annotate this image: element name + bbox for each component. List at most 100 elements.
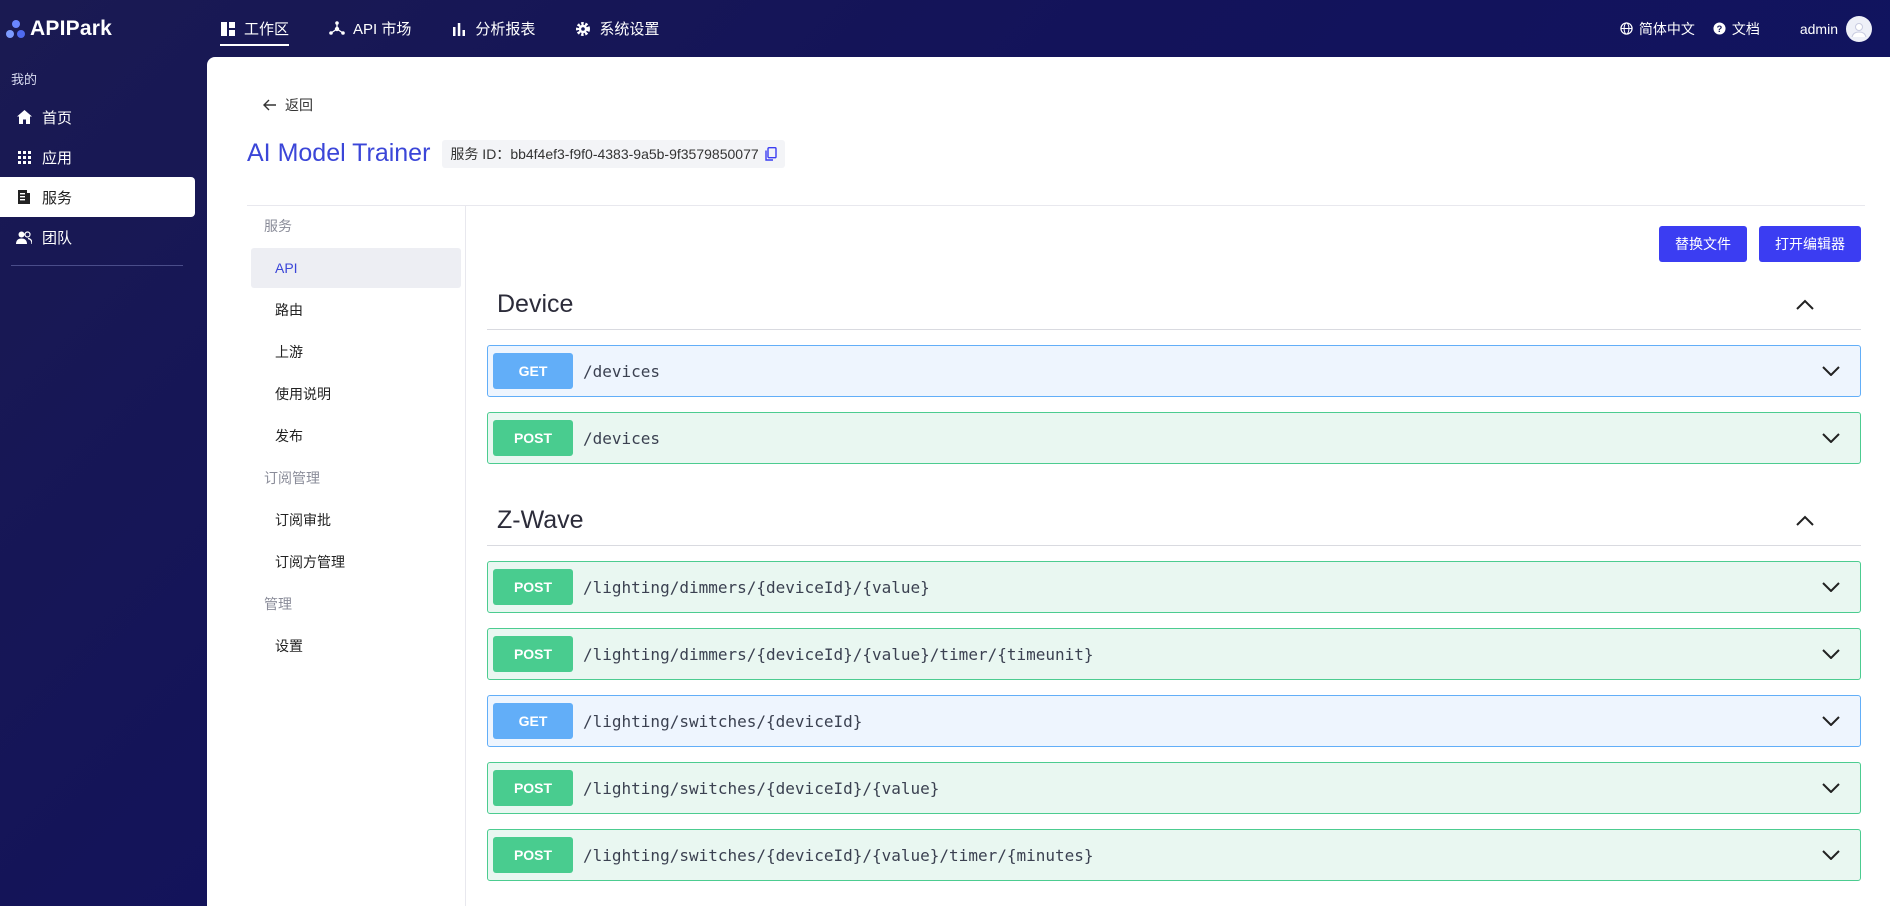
api-content: 替换文件 打开编辑器 Device GET /devices POST /dev…: [487, 206, 1861, 906]
sidebar-item-label: 服务: [42, 189, 73, 207]
user-name: admin: [1799, 20, 1838, 37]
method-badge: POST: [493, 837, 573, 873]
app-name: APIPark: [30, 16, 112, 40]
app-logo[interactable]: APIPark: [4, 17, 204, 41]
sidebar-item-label: 团队: [42, 229, 73, 247]
main-panel: 返回 AI Model Trainer 服务 ID： bb4f4ef3-f9f0…: [207, 57, 1890, 906]
language-switch[interactable]: 简体中文: [1620, 19, 1695, 39]
nav-label: API 市场: [353, 21, 412, 38]
operation-row[interactable]: POST /lighting/switches/{deviceId}/{valu…: [487, 829, 1861, 881]
subnav-item-usage-docs[interactable]: 使用说明: [251, 374, 461, 414]
subnav-item-api[interactable]: API: [251, 248, 461, 288]
service-id-badge: 服务 ID： bb4f4ef3-f9f0-4383-9a5b-9f3579850…: [442, 139, 785, 168]
nav-system-settings[interactable]: 系统设置: [575, 0, 659, 57]
top-right-tools: 简体中文 ? 文档 admin: [1602, 15, 1872, 42]
chevron-down-icon[interactable]: [1822, 850, 1840, 860]
operation-row[interactable]: GET /lighting/switches/{deviceId}: [487, 695, 1861, 747]
subnav-item-upstream[interactable]: 上游: [251, 332, 461, 372]
user-menu[interactable]: admin: [1799, 15, 1872, 42]
method-badge: POST: [493, 569, 573, 605]
copy-icon[interactable]: [764, 146, 777, 161]
replace-file-button[interactable]: 替换文件: [1659, 226, 1747, 262]
section-header[interactable]: Z-Wave: [487, 496, 1861, 546]
subnav-group-service: 服务: [264, 218, 292, 234]
section-title: Z-Wave: [497, 506, 584, 534]
action-buttons: 替换文件 打开编辑器: [1647, 226, 1861, 262]
operation-path: /devices: [583, 361, 661, 381]
method-badge: GET: [493, 353, 573, 389]
chevron-down-icon[interactable]: [1822, 716, 1840, 726]
service-id-value: bb4f4ef3-f9f0-4383-9a5b-9f3579850077: [510, 145, 759, 162]
hub-icon: [329, 20, 345, 37]
sidebar-item-label: 首页: [42, 109, 73, 127]
subnav-item-settings[interactable]: 设置: [251, 626, 461, 666]
service-icon: [16, 189, 32, 205]
nav-label: 系统设置: [599, 21, 660, 38]
bar-chart-icon: [451, 21, 467, 37]
chevron-down-icon[interactable]: [1822, 649, 1840, 659]
back-label: 返回: [285, 97, 313, 113]
grid-icon: [16, 149, 32, 165]
operation-path: /devices: [583, 428, 661, 448]
operation-row[interactable]: POST /lighting/switches/{deviceId}/{valu…: [487, 762, 1861, 814]
service-id-label: 服务 ID：: [450, 145, 511, 162]
operation-row[interactable]: POST /devices: [487, 412, 1861, 464]
service-subnav: 服务 API 路由 上游 使用说明 发布 订阅管理 订阅审批 订阅方管理 管理 …: [247, 206, 466, 906]
arrow-left-icon: [263, 99, 277, 111]
subnav-item-publish[interactable]: 发布: [251, 416, 461, 456]
nav-analytics[interactable]: 分析报表: [451, 0, 535, 57]
operation-path: /lighting/dimmers/{deviceId}/{value}/tim…: [583, 644, 1094, 664]
operation-path: /lighting/switches/{deviceId}/{value}/ti…: [583, 845, 1094, 865]
gear-icon: [575, 21, 591, 37]
section-title: Device: [497, 290, 574, 318]
section-header[interactable]: Device: [487, 280, 1861, 330]
operation-row[interactable]: GET /devices: [487, 345, 1861, 397]
top-bar: APIPark 工作区 API 市场 分析报表 系统设置 简体中文 ? 文档 a…: [0, 0, 1890, 57]
method-badge: GET: [493, 703, 573, 739]
operation-path: /lighting/dimmers/{deviceId}/{value}: [583, 577, 930, 597]
sidebar-group-label: 我的: [11, 72, 38, 87]
dashboard-icon: [220, 21, 236, 37]
sidebar-item-team[interactable]: 团队: [0, 217, 195, 257]
operation-row[interactable]: POST /lighting/dimmers/{deviceId}/{value…: [487, 561, 1861, 613]
subnav-group-manage: 管理: [264, 596, 292, 612]
subnav-group-subscription: 订阅管理: [264, 470, 320, 486]
back-link[interactable]: 返回: [263, 95, 313, 115]
chevron-down-icon[interactable]: [1822, 366, 1840, 376]
api-section-device: Device GET /devices POST /devices: [487, 280, 1861, 464]
nav-api-market[interactable]: API 市场: [329, 0, 411, 57]
open-editor-button[interactable]: 打开编辑器: [1759, 226, 1861, 262]
sidebar-divider: [11, 265, 183, 266]
api-section-z-wave: Z-Wave POST /lighting/dimmers/{deviceId}…: [487, 496, 1861, 881]
avatar: [1846, 15, 1872, 42]
svg-text:?: ?: [1717, 24, 1723, 34]
top-nav: 工作区 API 市场 分析报表 系统设置: [220, 0, 699, 57]
page-title: AI Model Trainer: [247, 139, 431, 167]
team-icon: [16, 229, 32, 245]
subnav-item-routes[interactable]: 路由: [251, 290, 461, 330]
service-header: AI Model Trainer 服务 ID： bb4f4ef3-f9f0-43…: [247, 139, 785, 168]
sidebar-item-home[interactable]: 首页: [0, 97, 195, 137]
operation-path: /lighting/switches/{deviceId}/{value}: [583, 778, 940, 798]
method-badge: POST: [493, 770, 573, 806]
chevron-down-icon[interactable]: [1822, 433, 1840, 443]
subnav-item-subscription-approval[interactable]: 订阅审批: [251, 500, 461, 540]
docs-label: 文档: [1731, 20, 1760, 37]
sidebar-item-services[interactable]: 服务: [0, 177, 195, 217]
nav-label: 分析报表: [475, 21, 536, 38]
globe-icon: [1620, 22, 1633, 35]
logo-icon: [4, 18, 26, 40]
subnav-item-subscriber-management[interactable]: 订阅方管理: [251, 542, 461, 582]
chevron-up-icon[interactable]: [1795, 515, 1815, 527]
sidebar-item-apps[interactable]: 应用: [0, 137, 195, 177]
sidebar-item-label: 应用: [42, 149, 73, 167]
sidebar: 我的 首页 应用 服务 团队: [0, 57, 207, 906]
method-badge: POST: [493, 636, 573, 672]
docs-link[interactable]: ? 文档: [1713, 19, 1760, 39]
nav-label: 工作区: [244, 21, 290, 38]
chevron-down-icon[interactable]: [1822, 783, 1840, 793]
chevron-up-icon[interactable]: [1795, 299, 1815, 311]
operation-row[interactable]: POST /lighting/dimmers/{deviceId}/{value…: [487, 628, 1861, 680]
chevron-down-icon[interactable]: [1822, 582, 1840, 592]
nav-workspace[interactable]: 工作区: [220, 0, 290, 57]
